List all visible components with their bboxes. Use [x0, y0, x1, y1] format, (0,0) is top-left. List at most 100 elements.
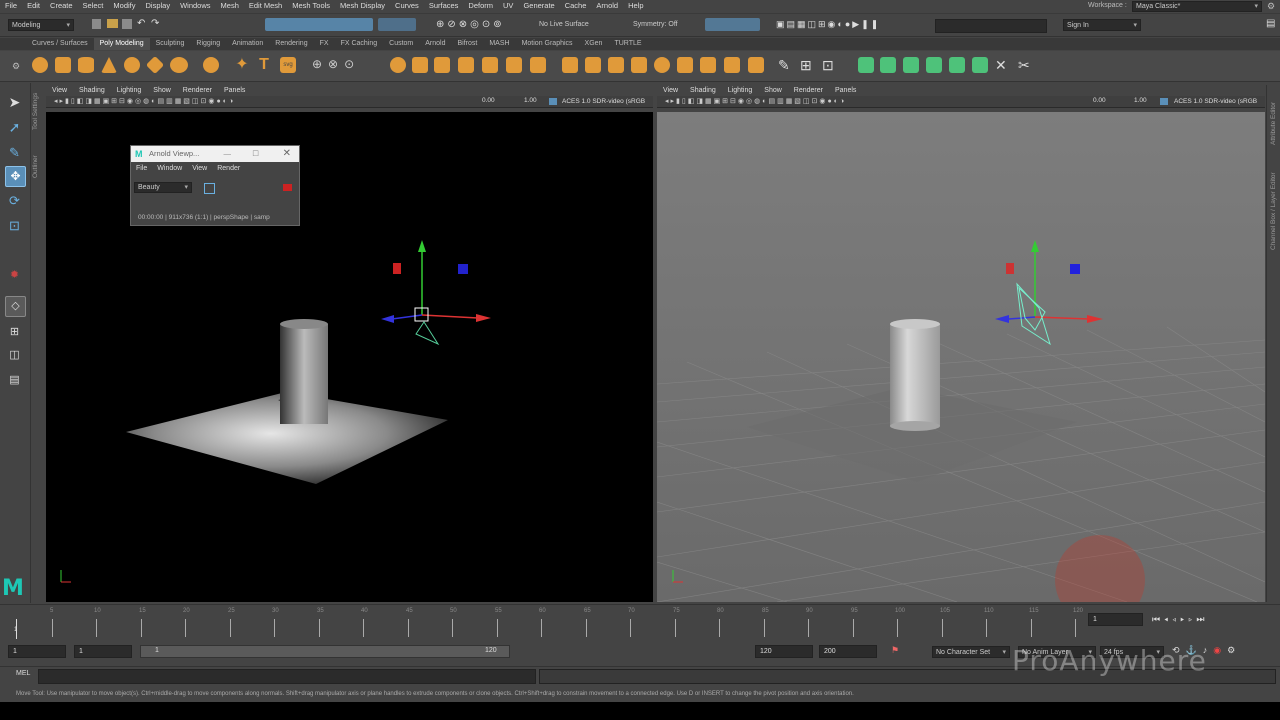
anim-start-field[interactable]: 1 — [74, 645, 132, 658]
uv-camera-icon[interactable] — [949, 57, 965, 73]
left-menu-panels[interactable]: Panels — [218, 85, 251, 96]
auto-key-icon[interactable]: ⚑ — [891, 645, 899, 656]
menu-surfaces[interactable]: Surfaces — [424, 0, 464, 12]
move-tool-icon[interactable]: ✥ — [5, 166, 26, 187]
arnold-menu-file[interactable]: File — [131, 162, 152, 176]
close-icon[interactable]: ✕ — [283, 146, 291, 162]
merge-icon[interactable] — [724, 57, 740, 73]
combine-icon[interactable] — [390, 57, 406, 73]
left-menu-view[interactable]: View — [46, 85, 73, 96]
left-gamma-value[interactable]: 1.00 — [524, 97, 537, 104]
menu-display[interactable]: Display — [141, 0, 176, 12]
menu-edit[interactable]: Edit — [22, 0, 45, 12]
poly-cylinder-icon[interactable] — [78, 57, 94, 73]
left-color-space[interactable]: ACES 1.0 SDR-video (sRGB — [562, 96, 645, 107]
right-menu-shading[interactable]: Shading — [684, 85, 722, 96]
end-frame-field[interactable]: 200 — [819, 645, 877, 658]
smooth-icon[interactable] — [434, 57, 450, 73]
channel-box-tab[interactable]: Channel Box / Layer Editor — [1270, 172, 1277, 250]
uv-layout-icon[interactable] — [972, 57, 988, 73]
history-toggles[interactable] — [705, 18, 760, 31]
workspace-select[interactable]: Maya Classic* — [1132, 1, 1262, 12]
settings-icon[interactable]: ⚙ — [1266, 1, 1276, 11]
super-shape-icon[interactable]: ✦ — [234, 57, 250, 73]
save-scene-icon[interactable] — [122, 19, 132, 29]
append-icon[interactable] — [654, 57, 670, 73]
character-set-select[interactable]: No Character Set — [932, 646, 1010, 659]
delete-history-icon[interactable]: ✂ — [1018, 57, 1034, 73]
time-slider[interactable]: 1 5 10 15 20 25 30 35 40 45 50 55 60 65 … — [0, 604, 1280, 641]
menu-windows[interactable]: Windows — [175, 0, 215, 12]
time-slider-track[interactable]: 1 5 10 15 20 25 30 35 40 45 50 55 60 65 … — [12, 605, 1083, 641]
single-pane-icon[interactable]: ◇ — [5, 296, 26, 317]
right-menu-show[interactable]: Show — [758, 85, 788, 96]
left-menu-shading[interactable]: Shading — [73, 85, 111, 96]
uv-spherical-icon[interactable] — [926, 57, 942, 73]
menu-file[interactable]: File — [0, 0, 22, 12]
poly-cube-icon[interactable] — [55, 57, 71, 73]
arnold-menu-view[interactable]: View — [187, 162, 212, 176]
wedge-icon[interactable] — [700, 57, 716, 73]
selection-mask-group[interactable] — [265, 18, 373, 31]
arnold-menu-render[interactable]: Render — [212, 162, 245, 176]
left-menu-renderer[interactable]: Renderer — [177, 85, 218, 96]
left-menu-show[interactable]: Show — [147, 85, 177, 96]
poly-cone-icon[interactable] — [101, 57, 117, 73]
right-panel-toolbar-icons[interactable]: ◂▸▮▯◧◨▦▣⊞⊟◉◎◍◐▤▥▦▧◫⊡◉●◐◑ — [665, 96, 1085, 107]
shelf-tab-rendering[interactable]: Rendering — [269, 38, 313, 50]
shelf-tab-animation[interactable]: Animation — [226, 38, 269, 50]
soft-select-icon[interactable]: ✹ — [5, 266, 24, 285]
undo-icon[interactable]: ↶ — [137, 18, 147, 31]
menu-curves[interactable]: Curves — [390, 0, 424, 12]
shelf-tab-poly-modeling[interactable]: Poly Modeling — [93, 38, 150, 50]
poly-disc-icon[interactable] — [170, 57, 188, 73]
shelf-tab-curves-surfaces[interactable]: Curves / Surfaces — [26, 38, 94, 50]
live-surface-label[interactable]: No Live Surface — [539, 19, 589, 31]
two-pane-icon[interactable]: ◫ — [5, 346, 24, 365]
menu-edit-mesh[interactable]: Edit Mesh — [244, 0, 287, 12]
sign-in-button[interactable]: Sign In — [1063, 19, 1141, 32]
type-icon[interactable]: T — [256, 57, 272, 73]
collapse-icon[interactable] — [748, 57, 764, 73]
right-menu-view[interactable]: View — [657, 85, 684, 96]
right-menu-panels[interactable]: Panels — [829, 85, 862, 96]
current-frame-field[interactable]: 1 — [1088, 613, 1143, 626]
menu-create[interactable]: Create — [45, 0, 78, 12]
attribute-editor-tab[interactable]: Attribute Editor — [1270, 102, 1277, 145]
mel-label[interactable]: MEL — [16, 670, 30, 677]
left-exposure-value[interactable]: 0.00 — [482, 97, 495, 104]
platonic-solid-icon[interactable] — [203, 57, 219, 73]
menu-arnold[interactable]: Arnold — [591, 0, 623, 12]
menu-select[interactable]: Select — [78, 0, 109, 12]
crop-region-icon[interactable] — [204, 183, 215, 194]
playback-controls[interactable]: ⏮◂◃▸▹⏭ — [1152, 612, 1277, 626]
maximize-icon[interactable]: ☐ — [252, 146, 259, 162]
boolean-icon[interactable] — [458, 57, 474, 73]
right-menu-lighting[interactable]: Lighting — [722, 85, 759, 96]
menu-generate[interactable]: Generate — [518, 0, 559, 12]
shelf-tab-bifrost[interactable]: Bifrost — [452, 38, 484, 50]
mirror-icon[interactable] — [482, 57, 498, 73]
mel-input[interactable] — [38, 669, 536, 684]
right-color-mgmt-icon[interactable] — [1160, 98, 1168, 105]
reduce-icon[interactable] — [506, 57, 522, 73]
uv-auto-icon[interactable] — [880, 57, 896, 73]
poke-icon[interactable] — [631, 57, 647, 73]
menu-uv[interactable]: UV — [498, 0, 518, 12]
stop-render-icon[interactable] — [283, 184, 292, 191]
shelf-tab-arnold[interactable]: Arnold — [419, 38, 451, 50]
menu-set-select[interactable]: Modeling — [8, 19, 74, 32]
toggle-panel-icon[interactable]: ▤ — [1266, 18, 1276, 31]
bevel-icon[interactable] — [608, 57, 624, 73]
four-pane-icon[interactable]: ⊞ — [5, 323, 24, 342]
shelf-tab-custom[interactable]: Custom — [383, 38, 419, 50]
paint-select-icon[interactable]: ✎ — [5, 143, 24, 162]
poly-torus-icon[interactable] — [124, 57, 140, 73]
arnold-window-titlebar[interactable]: M Arnold Viewp... — ☐ ✕ — [131, 146, 299, 162]
left-menu-lighting[interactable]: Lighting — [111, 85, 148, 96]
start-frame-field[interactable]: 1 — [8, 645, 66, 658]
shelf-tab-turtle[interactable]: TURTLE — [608, 38, 647, 50]
menu-help[interactable]: Help — [623, 0, 648, 12]
uv-planar-icon[interactable] — [858, 57, 874, 73]
fill-hole-icon[interactable] — [677, 57, 693, 73]
